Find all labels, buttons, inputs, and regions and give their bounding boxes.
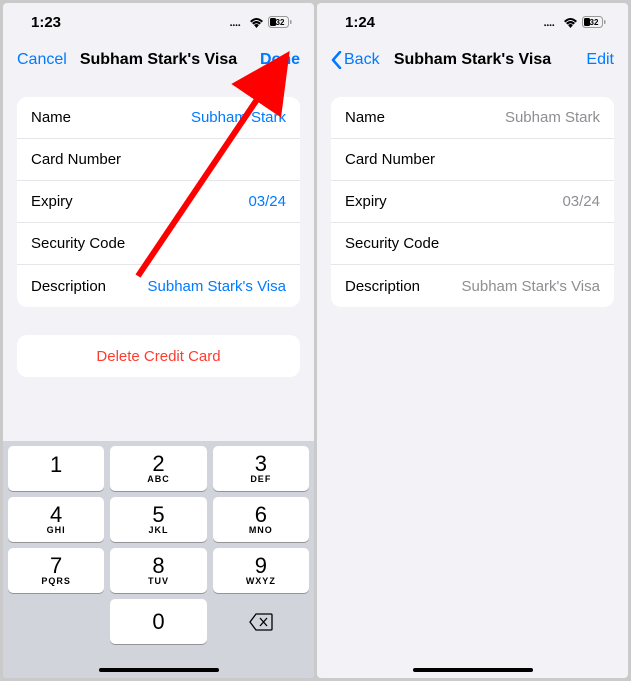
label-name: Name: [345, 109, 385, 126]
row-name[interactable]: Name Subham Stark: [17, 97, 300, 139]
key-8[interactable]: 8TUV: [110, 548, 206, 593]
key-7[interactable]: 7PQRS: [8, 548, 104, 593]
phone-right-view-mode: 1:24 32 Back Subham Stark's Visa Edit Na…: [317, 3, 628, 678]
row-expiry: Expiry 03/24: [331, 181, 614, 223]
status-bar: 1:24 32: [317, 3, 628, 41]
edit-button[interactable]: Edit: [554, 51, 614, 69]
key-1[interactable]: 1: [8, 446, 104, 491]
label-security-code: Security Code: [345, 235, 439, 252]
key-5[interactable]: 5JKL: [110, 497, 206, 542]
content-area: Name Subham Stark Card Number Expiry 03/…: [3, 79, 314, 441]
label-description: Description: [345, 278, 420, 295]
delete-label: Delete Credit Card: [96, 348, 220, 365]
status-indicators: 32: [229, 16, 292, 28]
label-description: Description: [31, 278, 106, 295]
key-9[interactable]: 9WXYZ: [213, 548, 309, 593]
backspace-icon: [249, 613, 273, 631]
nav-bar: Cancel Subham Stark's Visa Done: [3, 41, 314, 79]
value-name: Subham Stark: [505, 109, 600, 126]
home-indicator[interactable]: [413, 668, 533, 672]
key-2[interactable]: 2ABC: [110, 446, 206, 491]
row-name: Name Subham Stark: [331, 97, 614, 139]
chevron-left-icon: [331, 51, 342, 69]
card-fields-group: Name Subham Stark Card Number Expiry 03/…: [331, 97, 614, 307]
svg-text:32: 32: [590, 18, 599, 27]
label-card-number: Card Number: [345, 151, 435, 168]
status-bar: 1:23 32: [3, 3, 314, 41]
back-button[interactable]: Back: [331, 51, 391, 69]
value-name: Subham Stark: [191, 109, 286, 126]
status-time: 1:23: [31, 14, 61, 31]
key-4[interactable]: 4GHI: [8, 497, 104, 542]
svg-text:32: 32: [276, 18, 285, 27]
row-security-code[interactable]: Security Code: [17, 223, 300, 265]
row-description[interactable]: Description Subham Stark's Visa: [17, 265, 300, 307]
battery-icon: 32: [582, 16, 606, 28]
delete-credit-card-button[interactable]: Delete Credit Card: [17, 335, 300, 377]
label-expiry: Expiry: [31, 193, 73, 210]
cellular-icon: [543, 17, 559, 27]
home-indicator[interactable]: [99, 668, 219, 672]
wifi-icon: [249, 17, 264, 28]
label-card-number: Card Number: [31, 151, 121, 168]
cancel-button[interactable]: Cancel: [17, 51, 77, 69]
nav-bar: Back Subham Stark's Visa Edit: [317, 41, 628, 79]
key-0[interactable]: 0: [110, 599, 206, 644]
key-6[interactable]: 6MNO: [213, 497, 309, 542]
nav-title: Subham Stark's Visa: [77, 51, 240, 69]
nav-title: Subham Stark's Visa: [391, 51, 554, 69]
key-blank: [8, 599, 104, 644]
label-security-code: Security Code: [31, 235, 125, 252]
key-backspace[interactable]: [213, 599, 309, 644]
value-expiry: 03/24: [248, 193, 286, 210]
done-button[interactable]: Done: [240, 51, 300, 69]
status-time: 1:24: [345, 14, 375, 31]
numeric-keypad: 1 2ABC 3DEF 4GHI 5JKL 6MNO 7PQRS 8TUV 9W…: [3, 441, 314, 678]
wifi-icon: [563, 17, 578, 28]
content-area: Name Subham Stark Card Number Expiry 03/…: [317, 79, 628, 678]
back-label: Back: [344, 51, 380, 69]
row-card-number: Card Number: [331, 139, 614, 181]
status-indicators: 32: [543, 16, 606, 28]
value-description: Subham Stark's Visa: [148, 278, 287, 295]
cellular-icon: [229, 17, 245, 27]
row-expiry[interactable]: Expiry 03/24: [17, 181, 300, 223]
label-expiry: Expiry: [345, 193, 387, 210]
row-card-number[interactable]: Card Number: [17, 139, 300, 181]
key-3[interactable]: 3DEF: [213, 446, 309, 491]
value-expiry: 03/24: [562, 193, 600, 210]
row-description: Description Subham Stark's Visa: [331, 265, 614, 307]
card-fields-group: Name Subham Stark Card Number Expiry 03/…: [17, 97, 300, 307]
phone-left-edit-mode: 1:23 32 Cancel Subham Stark's Visa Done …: [3, 3, 314, 678]
value-description: Subham Stark's Visa: [462, 278, 601, 295]
battery-icon: 32: [268, 16, 292, 28]
label-name: Name: [31, 109, 71, 126]
row-security-code: Security Code: [331, 223, 614, 265]
